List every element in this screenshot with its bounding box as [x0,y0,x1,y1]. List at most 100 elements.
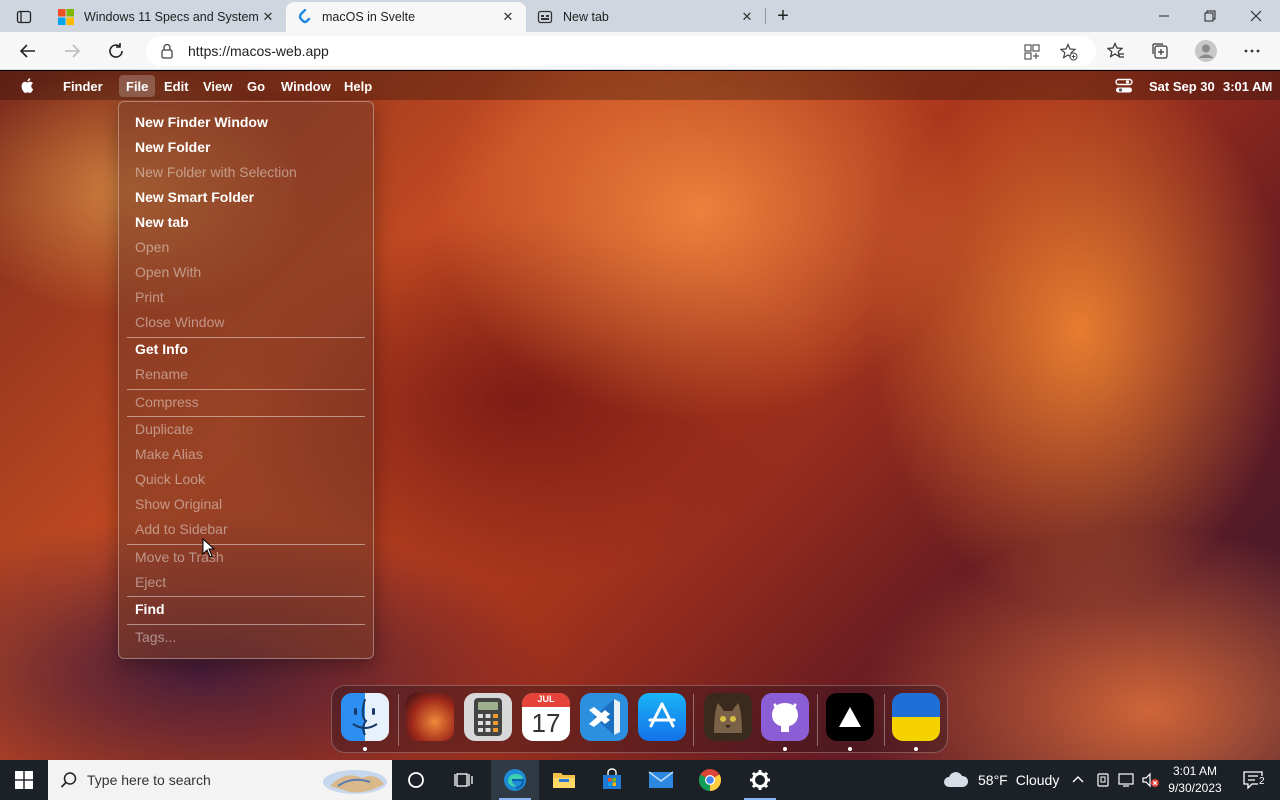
calendar-icon[interactable]: JUL 17 [522,693,570,741]
new-tab-button[interactable]: + [770,4,796,28]
menu-item-new-tab[interactable]: New tab [119,210,373,234]
microsoft-logo-icon [58,9,74,25]
vscode-icon[interactable] [580,693,628,741]
file-menu-dropdown: New Finder Window New Folder New Folder … [118,101,374,659]
app-available-icon[interactable] [1024,44,1040,60]
chevron-up-icon [1072,776,1084,783]
arrow-right-icon [65,44,81,58]
menu-item-quick-look: Quick Look [135,471,206,487]
store-bag-icon [603,768,621,789]
menu-item-move-to-trash: Move to Trash [135,549,224,565]
refresh-button[interactable] [101,36,131,66]
settings-more-button[interactable] [1237,36,1267,66]
tab-label: New tab [563,10,609,24]
show-hidden-icons-button[interactable] [1071,760,1085,800]
vercel-icon[interactable] [826,693,874,741]
menu-item-open-with: Open With [135,264,202,280]
menu-item-get-info[interactable]: Get Info [119,337,373,361]
menu-item-eject: Eject [135,574,167,590]
dock-separator [693,694,694,746]
search-icon [60,772,77,788]
menu-item-new-folder[interactable]: New Folder [119,135,373,159]
windows-taskbar: Type here to search 58°F Cloudy 3:01 AM … [0,760,1280,800]
taskbar-edge[interactable] [491,760,539,800]
taskbar-microsoft-store[interactable] [588,760,636,800]
restore-icon [1204,10,1216,22]
dock-separator [884,694,885,746]
back-button[interactable] [13,36,43,66]
close-window-button[interactable] [1233,0,1279,32]
menu-item-print: Print [135,289,164,305]
taskbar-clock[interactable]: 3:01 AM 9/30/2023 [1160,763,1230,797]
menu-item-make-alias: Make Alias [135,446,203,462]
menu-item-new-smart-folder[interactable]: New Smart Folder [119,185,373,209]
running-indicator [363,747,367,751]
chrome-icon [699,769,721,791]
running-indicator [848,747,852,751]
menubar-help[interactable]: Help [337,75,379,97]
wallpapers-icon[interactable] [406,693,454,741]
tab-windows-specs[interactable]: Windows 11 Specs and System R ✕ [48,2,286,32]
tab-close-icon[interactable]: ✕ [739,9,755,25]
mac-desktop-wallpaper[interactable]: Finder File Edit View Go Window Help Sat… [0,71,1280,760]
tab-close-icon[interactable]: ✕ [260,9,276,25]
menubar-time: 3:01 AM [1223,78,1273,94]
menubar-window[interactable]: Window [274,75,338,97]
collections-button[interactable] [1145,36,1175,66]
start-button[interactable] [0,760,48,800]
menu-item-add-to-sidebar: Add to Sidebar [135,521,228,537]
tab-close-icon[interactable]: ✕ [500,9,516,25]
control-center-button[interactable] [1115,75,1133,97]
tab-actions-button[interactable] [8,6,40,28]
edge-icon [504,769,526,791]
taskbar-mail[interactable] [637,760,685,800]
calculator-icon[interactable] [464,693,512,741]
taskbar-chrome[interactable] [686,760,734,800]
taskbar-settings[interactable] [736,760,784,800]
weather-widget[interactable]: 58°F Cloudy [943,760,1059,800]
minimize-button[interactable] [1141,0,1187,32]
finder-icon[interactable] [341,693,389,741]
device-icon [1097,773,1109,787]
search-placeholder: Type here to search [87,772,211,788]
notifications-button[interactable]: 2 [1238,760,1268,800]
apple-logo-icon[interactable] [19,76,37,95]
network-icon [1118,773,1134,787]
restore-button[interactable] [1187,0,1233,32]
task-view-button[interactable] [440,760,488,800]
network-button[interactable] [1118,760,1136,800]
menubar-edit[interactable]: Edit [157,75,196,97]
app-store-icon[interactable] [638,693,686,741]
menu-item-new-finder-window[interactable]: New Finder Window [119,110,373,134]
taskbar-search-box[interactable]: Type here to search [48,760,392,800]
menu-item-find[interactable]: Find [119,597,373,621]
menubar-view[interactable]: View [196,75,239,97]
tab-macos-svelte[interactable]: macOS in Svelte ✕ [286,2,526,32]
arrow-left-icon [19,44,35,58]
purrple-cat-icon[interactable] [704,693,752,741]
menubar-file[interactable]: File [119,75,156,97]
tab-new-tab[interactable]: New tab ✕ [527,2,765,32]
dock-separator [398,694,399,746]
mac-dock: JUL 17 [331,685,948,753]
ukraine-icon[interactable] [892,693,940,741]
volume-button[interactable] [1141,760,1161,800]
profile-button[interactable] [1191,36,1221,66]
tray-device-button[interactable] [1096,760,1110,800]
calendar-month: JUL [537,694,555,704]
cortana-button[interactable] [392,760,440,800]
taskbar-file-explorer[interactable] [540,760,588,800]
mail-icon [648,771,674,788]
address-bar[interactable]: https://macos-web.app [146,36,1096,66]
tab-actions-icon [16,10,32,24]
github-icon[interactable] [761,693,809,741]
menubar-go[interactable]: Go [240,75,272,97]
weather-condition: Cloudy [1015,772,1060,788]
forward-button[interactable] [57,36,87,66]
browser-toolbar: https://macos-web.app [0,32,1280,70]
menubar-finder[interactable]: Finder [56,75,110,97]
menu-item-compress: Compress [135,394,199,410]
url-text: https://macos-web.app [188,43,329,59]
add-favorite-icon[interactable] [1060,43,1078,61]
favorites-button[interactable] [1101,36,1131,66]
